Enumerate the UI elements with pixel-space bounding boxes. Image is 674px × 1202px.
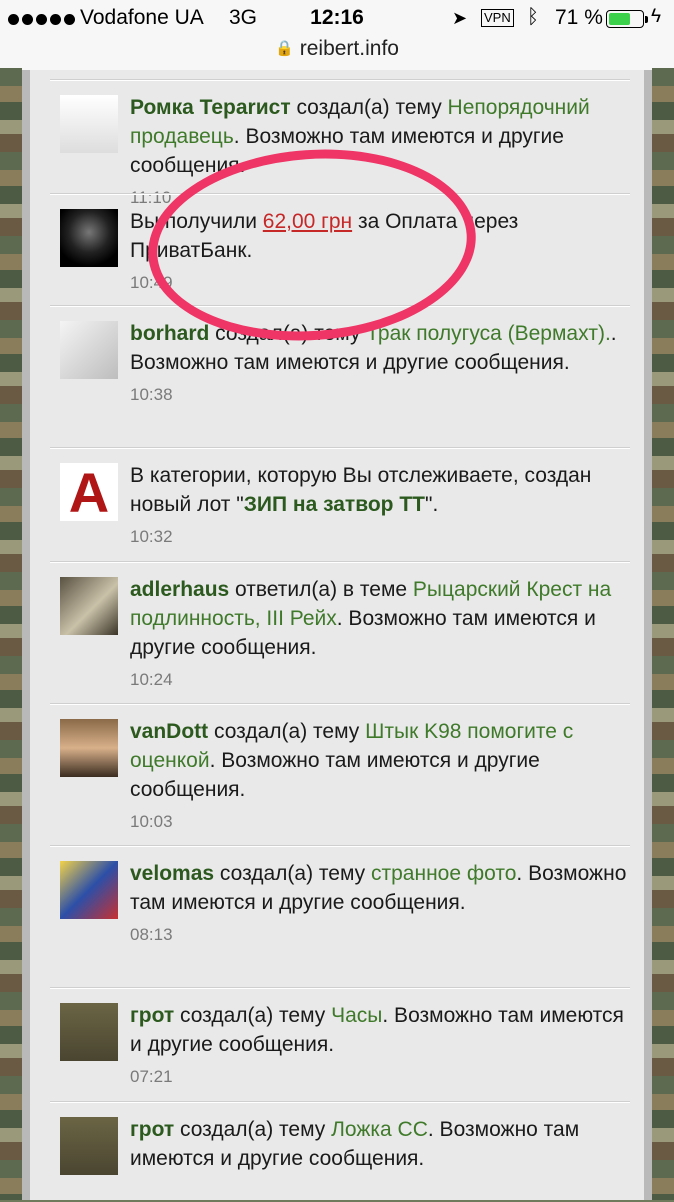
battery-icon: [606, 10, 644, 28]
location-arrow-icon: ➤: [452, 8, 468, 28]
lot-link[interactable]: ЗИП на затвор ТТ: [244, 493, 425, 516]
timestamp: 10:03: [130, 812, 173, 831]
reaper-avatar-icon[interactable]: [60, 209, 118, 267]
notifications-panel: Ромка Тераrист создал(а) тему Непорядочн…: [22, 70, 652, 1200]
sketch-avatar-icon[interactable]: [60, 321, 118, 379]
feed-message: velomas создал(а) тему странное фото. Во…: [130, 859, 630, 917]
username-link[interactable]: грот: [130, 1118, 174, 1141]
portrait-avatar-icon[interactable]: [60, 719, 118, 777]
feed-message: vanDott создал(а) тему Штык K98 помогите…: [130, 717, 630, 804]
timestamp: 07:21: [130, 1067, 173, 1086]
username-link[interactable]: adlerhaus: [130, 578, 229, 601]
username-link[interactable]: borhard: [130, 322, 209, 345]
timestamp: 10:24: [130, 670, 173, 689]
action-text: создал(а) тему: [208, 720, 366, 743]
iron-cross-avatar-icon[interactable]: [60, 1117, 118, 1175]
feed-item: грот создал(а) тему Часы. Возможно там и…: [50, 988, 630, 1102]
lock-icon: 🔒: [275, 40, 294, 57]
feed-item: velomas создал(а) тему странное фото. Во…: [50, 846, 630, 988]
battery-tip: [645, 16, 648, 23]
feed-item: vanDott создал(а) тему Штык K98 помогите…: [50, 704, 630, 846]
feed-message: borhard создал(а) тему Трак полугуса (Ве…: [130, 319, 630, 377]
feed-message: грот создал(а) тему Ложка СС. Возможно т…: [130, 1115, 630, 1173]
feed-item: Вы получили 62,00 грн за Оплата через Пр…: [50, 194, 630, 306]
feed-message: грот создал(а) тему Часы. Возможно там и…: [130, 1001, 630, 1059]
alerts-feed: Ромка Тераrист создал(а) тему Непорядочн…: [50, 80, 630, 1202]
status-bar: Vodafone UA 3G 12:16 ➤ VPN ᛒ 71 % ϟ 🔒 rei…: [0, 0, 674, 71]
feed-item: adlerhaus ответил(а) в теме Рыцарский Кр…: [50, 562, 630, 704]
vpn-badge: VPN: [481, 9, 514, 27]
username-link[interactable]: грот: [130, 1004, 174, 1027]
bluetooth-icon: ᛒ: [527, 6, 539, 28]
timestamp: 10:49: [130, 273, 173, 292]
feed-message: Вы получили 62,00 грн за Оплата через Пр…: [130, 207, 630, 265]
statue-of-liberty-avatar-icon[interactable]: [60, 95, 118, 153]
action-text: создал(а) тему: [174, 1118, 332, 1141]
letter-a-avatar-icon[interactable]: A: [60, 463, 118, 521]
feed-item: грот создал(а) тему Ложка СС. Возможно т…: [50, 1102, 630, 1202]
username-link[interactable]: velomas: [130, 862, 214, 885]
timestamp: 08:13: [130, 925, 173, 944]
timestamp: 10:32: [130, 527, 173, 546]
url-text: reibert.info: [299, 37, 399, 60]
address-bar[interactable]: 🔒 reibert.info: [0, 37, 674, 61]
camo-background-left: [0, 68, 22, 1200]
topic-link[interactable]: Часы: [331, 1004, 382, 1027]
timestamp: 10:38: [130, 385, 173, 404]
feed-item: A В категории, которую Вы отслеживаете, с…: [50, 448, 630, 562]
feed-message: adlerhaus ответил(а) в теме Рыцарский Кр…: [130, 575, 630, 662]
feed-message: В категории, которую Вы отслеживаете, со…: [130, 461, 630, 519]
username-link[interactable]: vanDott: [130, 720, 208, 743]
payment-amount-link[interactable]: 62,00 грн: [263, 210, 352, 233]
iron-cross-avatar-icon[interactable]: [60, 1003, 118, 1061]
feed-item: borhard создал(а) тему Трак полугуса (Ве…: [50, 306, 630, 448]
action-text: ответил(а) в теме: [229, 578, 413, 601]
charging-icon: ϟ: [651, 6, 662, 27]
message-prefix: Вы получили: [130, 210, 263, 233]
action-text: создал(а) тему: [214, 862, 371, 885]
action-text: создал(а) тему: [209, 322, 367, 345]
topic-link[interactable]: странное фото: [371, 862, 516, 885]
username-link[interactable]: Ромка Тераrист: [130, 96, 291, 119]
topic-link[interactable]: Трак полугуса (Вермахт).: [366, 322, 611, 345]
eagle-avatar-icon[interactable]: [60, 577, 118, 635]
message-suffix: ".: [425, 493, 439, 516]
action-text: создал(а) тему: [174, 1004, 332, 1027]
coat-of-arms-avatar-icon[interactable]: [60, 861, 118, 919]
battery-percent: 71 %: [555, 6, 603, 29]
action-text: создал(а) тему: [290, 96, 448, 119]
topic-link[interactable]: Ложка СС: [331, 1118, 428, 1141]
avatar-letter: A: [68, 463, 110, 521]
feed-item: Ромка Тераrист создал(а) тему Непорядочн…: [50, 80, 630, 207]
feed-message: Ромка Тераrист создал(а) тему Непорядочн…: [130, 93, 630, 180]
camo-background-right: [652, 68, 674, 1200]
